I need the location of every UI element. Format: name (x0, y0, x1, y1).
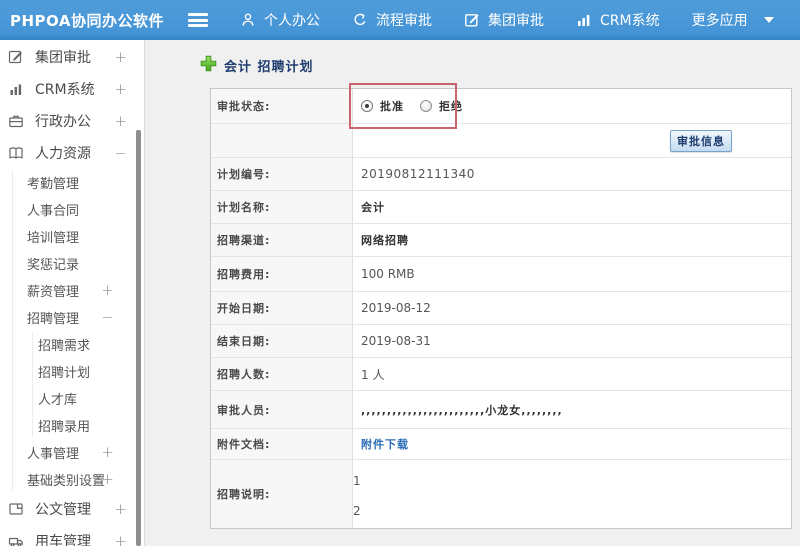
sidebar-item-recruit-mgmt[interactable]: 招聘管理 − (0, 304, 144, 331)
sidebar-item-document-mgmt[interactable]: 公文管理 + (0, 493, 144, 525)
edit-square-icon (464, 12, 480, 28)
sidebar-item-group-approval[interactable]: 集团审批 + (0, 41, 144, 73)
sidebar-item-crm[interactable]: CRM系统 + (0, 73, 144, 105)
field-label: 开始日期: (211, 292, 353, 324)
nav-crm[interactable]: CRM系统 (576, 10, 660, 30)
nav-more-apps[interactable]: 更多应用 (692, 10, 774, 30)
approval-form: 审批状态: 批准 拒绝 审批信息 计划编号: 20190812111340 计划… (210, 83, 792, 529)
field-label: 结束日期: (211, 325, 353, 357)
row-plan-number: 计划编号: 20190812111340 (211, 158, 791, 191)
collapse-icon[interactable]: − (114, 145, 127, 161)
row-end-date: 结束日期: 2019-08-31 (211, 325, 791, 358)
expand-icon[interactable]: + (101, 283, 114, 298)
field-label: 计划名称: (211, 191, 353, 223)
field-label: 审批状态: (211, 89, 353, 123)
row-recruit-channel: 招聘渠道: 网络招聘 (211, 224, 791, 257)
sidebar-menu: 集团审批 + CRM系统 + 行政办公 + 人力资源 − 考勤管理 人事合同 培… (0, 40, 144, 546)
sidebar-item-recruit-hire[interactable]: 招聘录用 (0, 412, 144, 439)
sidebar-scrollbar[interactable] (136, 130, 141, 546)
main-content: 会计 招聘计划 审批状态: 批准 拒绝 审批信息 计划编号: 201908121… (146, 40, 800, 546)
radio-approve[interactable] (361, 100, 373, 112)
top-bar: PHPOA协同办公软件 个人办公 流程审批 集团审批 CRM系统 更多应用 (0, 0, 800, 40)
row-approval-button: 审批信息 (211, 124, 791, 158)
field-value: 2019-08-31 (361, 334, 431, 348)
expand-icon[interactable]: + (101, 445, 114, 460)
edit-square-icon (8, 49, 26, 65)
row-attachment: 附件文档: 附件下载 (211, 429, 791, 460)
sidebar-item-recruit-demand[interactable]: 招聘需求 (0, 331, 144, 358)
field-label: 招聘渠道: (211, 224, 353, 256)
field-label: 招聘费用: (211, 257, 353, 291)
field-value: 2019-08-12 (361, 301, 431, 315)
briefcase-icon (8, 113, 26, 129)
nav-group-approval[interactable]: 集团审批 (464, 10, 544, 30)
sidebar-item-rewards[interactable]: 奖惩记录 (0, 250, 144, 277)
expand-icon[interactable]: + (114, 533, 127, 546)
description-line: 2 (353, 504, 361, 518)
expand-icon[interactable]: + (101, 472, 114, 487)
expand-icon[interactable]: + (114, 113, 127, 129)
book-icon (8, 145, 26, 161)
approval-info-button[interactable]: 审批信息 (670, 129, 732, 152)
sidebar-item-hr[interactable]: 人力资源 − (0, 137, 144, 169)
field-value: ,,,,,,,,,,,,,,,,,,,,,,,,小龙女,,,,,,,, (361, 403, 563, 417)
field-label: 计划编号: (211, 158, 353, 190)
person-icon (240, 12, 256, 28)
radio-reject-label: 拒绝 (439, 100, 463, 113)
field-label: 附件文档: (211, 429, 353, 459)
field-value: 20190812111340 (361, 167, 475, 181)
row-recruit-cost: 招聘费用: 100 RMB (211, 257, 791, 292)
caret-down-icon (763, 17, 774, 23)
field-label: 审批人员: (211, 391, 353, 428)
row-recruit-description: 招聘说明: 1 2 (211, 460, 791, 528)
expand-icon[interactable]: + (114, 501, 127, 517)
bar-chart-icon (576, 12, 592, 28)
sidebar-item-base-category[interactable]: 基础类别设置 + (0, 466, 144, 493)
row-approval-status: 审批状态: 批准 拒绝 (211, 89, 791, 124)
sidebar-item-attendance[interactable]: 考勤管理 (0, 169, 144, 196)
circular-arrow-icon (352, 12, 368, 28)
field-label: 招聘说明: (211, 460, 353, 528)
field-value: 1 2 (353, 460, 791, 528)
sidebar-item-hr-contract[interactable]: 人事合同 (0, 196, 144, 223)
sidebar-item-admin-office[interactable]: 行政办公 + (0, 105, 144, 137)
field-label: 招聘人数: (211, 358, 353, 390)
field-value: 网络招聘 (361, 234, 409, 247)
row-headcount: 招聘人数: 1 人 (211, 358, 791, 391)
row-approvers: 审批人员: ,,,,,,,,,,,,,,,,,,,,,,,,小龙女,,,,,,,… (211, 391, 791, 429)
bar-chart-icon (8, 81, 26, 97)
expand-icon[interactable]: + (114, 81, 127, 97)
nav-flow-approval[interactable]: 流程审批 (352, 10, 432, 30)
row-start-date: 开始日期: 2019-08-12 (211, 292, 791, 325)
sidebar-item-talent-pool[interactable]: 人才库 (0, 385, 144, 412)
menu-toggle-icon[interactable] (188, 13, 208, 27)
page-title: 会计 招聘计划 (146, 40, 800, 88)
nav-personal-office[interactable]: 个人办公 (240, 10, 320, 30)
radio-reject[interactable] (420, 100, 432, 112)
row-plan-name: 计划名称: 会计 (211, 191, 791, 224)
approval-radio-group: 批准 拒绝 (361, 98, 479, 114)
document-icon (8, 501, 26, 517)
sidebar-item-vehicle-mgmt[interactable]: 用车管理 + (0, 525, 144, 546)
expand-icon[interactable]: + (114, 49, 127, 65)
collapse-icon[interactable]: − (101, 310, 114, 325)
field-value: 1 人 (361, 367, 385, 382)
description-line: 1 (353, 474, 361, 488)
field-value: 会计 (361, 201, 385, 214)
sidebar-item-training[interactable]: 培训管理 (0, 223, 144, 250)
field-value: 100 RMB (361, 267, 415, 281)
radio-approve-label: 批准 (380, 100, 404, 113)
attachment-download-link[interactable]: 附件下载 (361, 436, 409, 452)
app-logo: PHPOA协同办公软件 (10, 11, 164, 30)
hr-submenu: 考勤管理 人事合同 培训管理 奖惩记录 薪资管理 + 招聘管理 − 招聘需求 招… (0, 169, 144, 493)
sidebar-item-recruit-plan[interactable]: 招聘计划 (0, 358, 144, 385)
add-icon[interactable] (200, 55, 217, 76)
sidebar: 集团审批 + CRM系统 + 行政办公 + 人力资源 − 考勤管理 人事合同 培… (0, 40, 145, 546)
top-nav: 个人办公 流程审批 集团审批 CRM系统 更多应用 (240, 10, 774, 30)
truck-icon (8, 533, 26, 546)
sidebar-item-salary[interactable]: 薪资管理 + (0, 277, 144, 304)
recruit-submenu: 招聘需求 招聘计划 人才库 招聘录用 (0, 331, 144, 439)
sidebar-item-personnel-mgmt[interactable]: 人事管理 + (0, 439, 144, 466)
